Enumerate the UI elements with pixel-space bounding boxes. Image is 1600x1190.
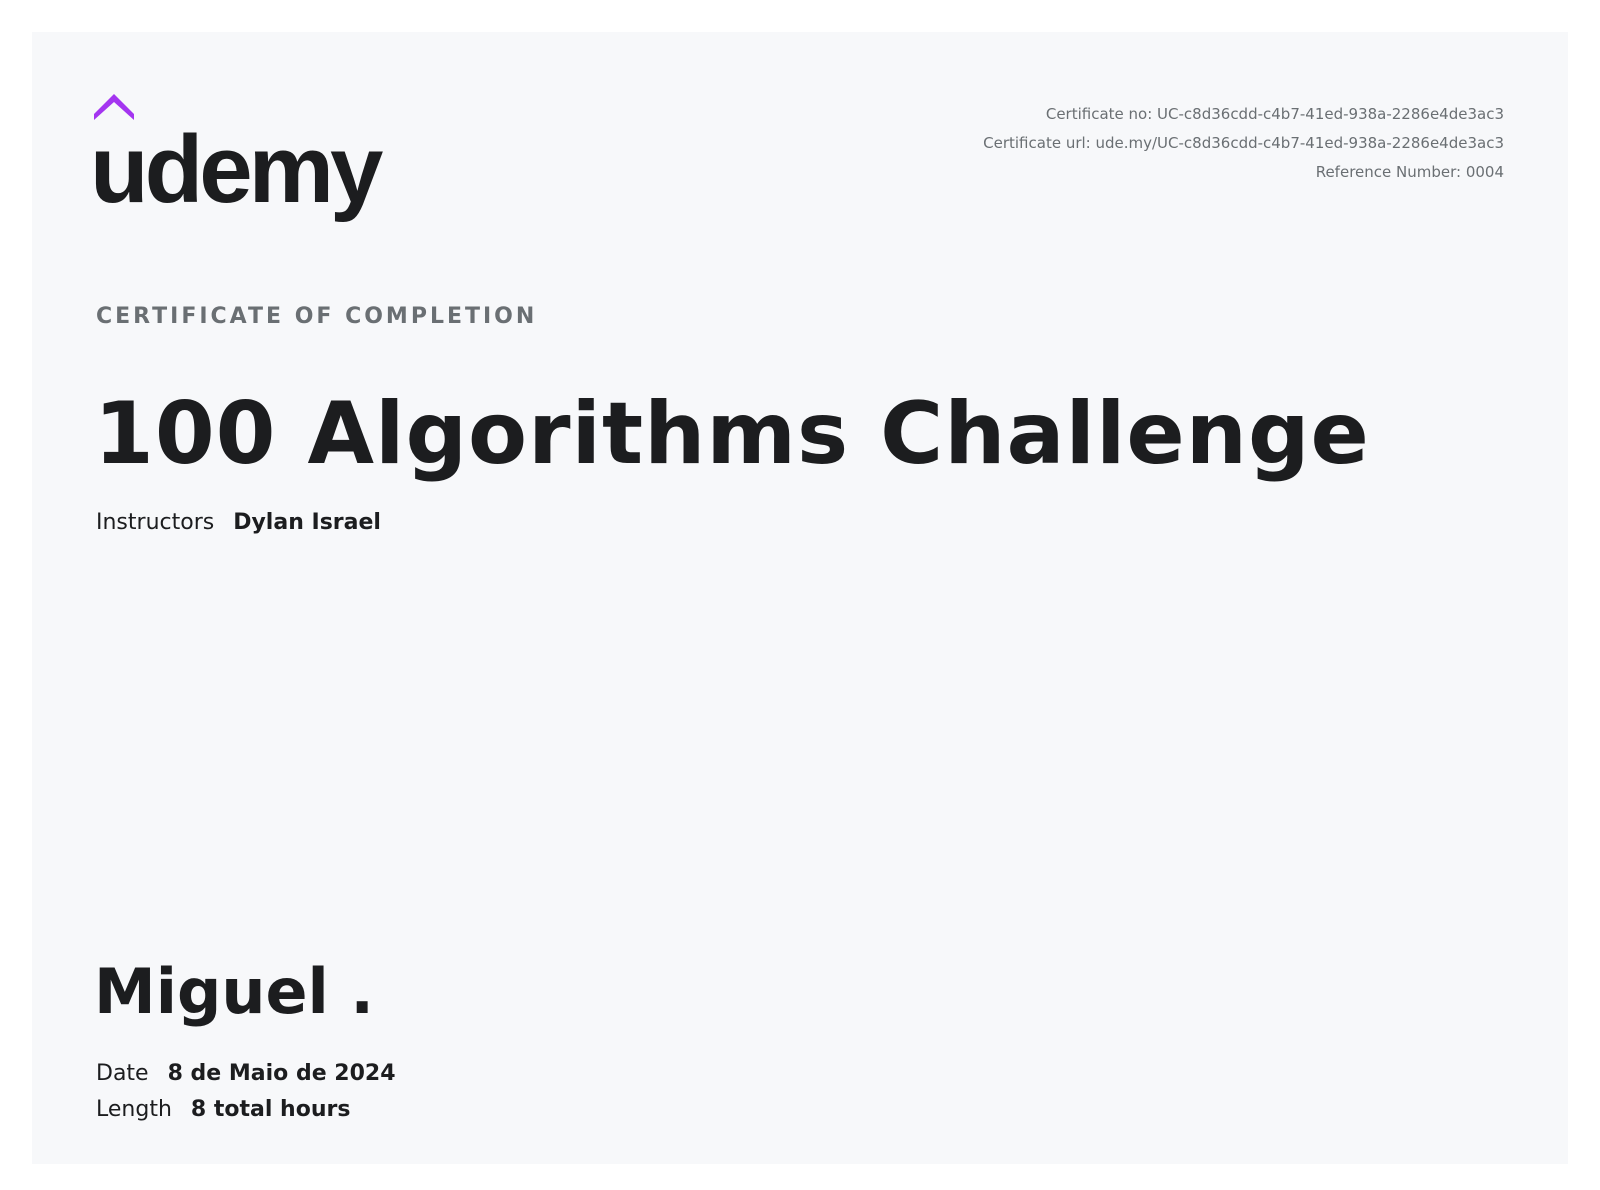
length-value: 8 total hours <box>190 1097 351 1122</box>
length-label: Length <box>96 1097 172 1122</box>
instructor-name: Dylan Israel <box>233 510 381 535</box>
certificate: udemy Certificate no: UC-c8d36cdd-c4b7-4… <box>32 32 1568 1164</box>
date-value: 8 de Maio de 2024 <box>167 1061 396 1086</box>
date-row: Date 8 de Maio de 2024 <box>96 1056 396 1092</box>
length-row: Length 8 total hours <box>96 1092 396 1128</box>
instructors-label: Instructors <box>96 510 215 535</box>
instructors-line: Instructors Dylan Israel <box>96 510 381 535</box>
certificate-heading: CERTIFICATE OF COMPLETION <box>96 304 538 329</box>
certificate-meta: Certificate no: UC-c8d36cdd-c4b7-41ed-93… <box>983 100 1504 187</box>
certificate-url[interactable]: Certificate url: ude.my/UC-c8d36cdd-c4b7… <box>983 129 1504 158</box>
student-name: Miguel . <box>94 955 374 1028</box>
course-title: 100 Algorithms Challenge <box>94 384 1370 484</box>
certificate-number: Certificate no: UC-c8d36cdd-c4b7-41ed-93… <box>1045 105 1504 123</box>
reference-number: Reference Number: 0004 <box>1315 163 1504 181</box>
certificate-details: Date 8 de Maio de 2024 Length 8 total ho… <box>96 1056 396 1128</box>
logo-wordmark: udemy <box>94 116 383 223</box>
udemy-logo: udemy <box>94 92 384 232</box>
udemy-hat-icon: udemy <box>94 94 384 223</box>
date-label: Date <box>96 1061 149 1086</box>
